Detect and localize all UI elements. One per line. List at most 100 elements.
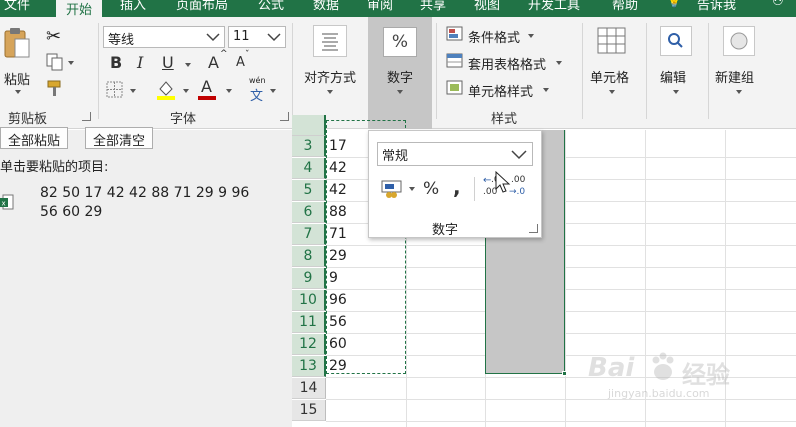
tab-share[interactable]: 共享 <box>420 0 446 13</box>
cell[interactable] <box>328 378 408 399</box>
comma-style-button[interactable]: , <box>453 175 461 199</box>
font-size-select[interactable]: 11 <box>228 26 286 48</box>
font-color-swatch <box>198 96 216 100</box>
chevron-down-icon <box>206 33 220 42</box>
gridline <box>326 421 796 422</box>
editing-button-label: 编辑 <box>660 71 687 86</box>
watermark-brand: Bai <box>588 353 635 383</box>
shrink-font-button[interactable]: A <box>236 55 245 70</box>
format-painter-icon[interactable] <box>46 79 66 97</box>
table-format-dropdown-icon[interactable] <box>556 61 562 65</box>
row-header[interactable]: 4 <box>292 158 326 179</box>
ribbon: 粘贴 ✂ 剪贴板 等线 11 B I U A ^ A ˇ A wén 文 字体 … <box>0 17 796 129</box>
conditional-format-button[interactable]: 条件格式 <box>468 27 520 46</box>
fill-color-icon[interactable] <box>156 79 176 101</box>
borders-icon[interactable] <box>106 81 124 99</box>
fill-handle[interactable] <box>562 371 567 376</box>
number-launcher-icon[interactable] <box>529 224 538 233</box>
font-size-value: 11 <box>233 29 250 44</box>
percent-style-button[interactable]: % <box>423 179 439 199</box>
cell[interactable] <box>328 400 408 421</box>
shrink-arrow-icon: ˇ <box>245 50 250 60</box>
fill-color-dropdown-icon[interactable] <box>183 89 189 93</box>
row-header[interactable]: 15 <box>292 400 326 421</box>
tab-tell-me[interactable]: 告诉我 <box>697 0 736 13</box>
font-color-dropdown-icon[interactable] <box>226 89 232 93</box>
paste-clipboard-icon[interactable] <box>4 27 30 59</box>
number-group-label: 数字 <box>432 223 459 238</box>
search-box <box>660 26 692 56</box>
tab-developer[interactable]: 开发工具 <box>528 0 580 13</box>
tab-page-layout[interactable]: 页面布局 <box>176 0 228 13</box>
number-dropdown-icon <box>397 90 403 94</box>
copy-icon[interactable] <box>46 53 64 71</box>
excel-file-icon: x <box>0 194 14 210</box>
row-header[interactable]: 13 <box>292 356 326 377</box>
row-header[interactable]: 5 <box>292 180 326 201</box>
tab-view[interactable]: 视图 <box>474 0 500 13</box>
paste-button[interactable]: 粘贴 <box>4 69 30 88</box>
align-box <box>313 25 347 57</box>
grow-font-button[interactable]: A <box>208 53 219 72</box>
divider <box>98 23 99 119</box>
tab-data[interactable]: 数据 <box>313 0 339 13</box>
watermark-brand-cn: 经验 <box>682 361 730 389</box>
borders-dropdown-icon[interactable] <box>130 89 136 93</box>
table-format-button[interactable]: 套用表格格式 <box>468 54 546 73</box>
bold-button[interactable]: B <box>110 53 122 72</box>
underline-dropdown-icon[interactable] <box>185 63 191 67</box>
tab-insert[interactable]: 插入 <box>120 0 146 13</box>
copy-dropdown-icon[interactable] <box>68 61 74 65</box>
cell-styles-icon <box>446 80 463 95</box>
clipboard-group-label: 剪贴板 <box>8 112 48 127</box>
conditional-format-icon <box>446 26 463 41</box>
phonetic-guide-button[interactable]: 文 <box>250 85 263 104</box>
row-header[interactable]: 12 <box>292 334 326 355</box>
clipboard-launcher-icon[interactable] <box>82 112 91 121</box>
divider <box>582 23 583 119</box>
phonetic-dropdown-icon[interactable] <box>270 89 276 93</box>
accounting-format-icon[interactable] <box>381 179 403 199</box>
divider <box>474 177 475 201</box>
lightbulb-icon: 💡 <box>666 0 683 9</box>
italic-button[interactable]: I <box>137 53 143 72</box>
phonetic-pinyin-label: wén <box>249 76 266 85</box>
row-header[interactable]: 7 <box>292 224 326 245</box>
share-person-icon[interactable]: ⚇ <box>772 0 784 9</box>
row-header[interactable]: 10 <box>292 290 326 311</box>
number-format-select[interactable]: 常规 <box>377 142 533 166</box>
number-button[interactable]: % 数字 <box>368 17 432 129</box>
tab-formulas[interactable]: 公式 <box>258 0 284 13</box>
cell-styles-button[interactable]: 单元格样式 <box>468 81 533 100</box>
font-color-button[interactable]: A <box>201 77 212 96</box>
cells-icon <box>597 27 626 54</box>
mouse-cursor-icon <box>495 171 511 193</box>
row-header[interactable]: 3 <box>292 136 326 157</box>
alignment-dropdown-icon[interactable] <box>327 90 333 94</box>
conditional-format-dropdown-icon[interactable] <box>528 34 534 38</box>
row-header[interactable]: 6 <box>292 202 326 223</box>
paste-all-button[interactable]: 全部粘贴 <box>0 127 69 149</box>
row-header[interactable]: 11 <box>292 312 326 333</box>
number-button-label: 数字 <box>387 71 414 86</box>
row-header[interactable]: 9 <box>292 268 326 289</box>
tab-review[interactable]: 审阅 <box>367 0 393 13</box>
accounting-dropdown-icon[interactable] <box>409 187 415 191</box>
new-group-dropdown-icon[interactable] <box>736 90 742 94</box>
row-header[interactable]: 8 <box>292 246 326 267</box>
clear-all-button[interactable]: 全部清空 <box>85 127 154 149</box>
cell-styles-dropdown-icon[interactable] <box>543 88 549 92</box>
editing-dropdown-icon[interactable] <box>673 90 679 94</box>
row-header[interactable]: 14 <box>292 378 326 399</box>
tab-help[interactable]: 帮助 <box>612 0 638 13</box>
cells-dropdown-icon[interactable] <box>609 90 615 94</box>
underline-button[interactable]: U <box>162 53 174 72</box>
cut-icon[interactable]: ✂ <box>46 26 61 47</box>
font-name-select[interactable]: 等线 <box>103 26 225 48</box>
font-launcher-icon[interactable] <box>280 112 289 121</box>
paste-dropdown-icon[interactable] <box>15 90 21 94</box>
tab-home[interactable]: 开始 <box>56 0 103 17</box>
clipboard-instruction: 单击要粘贴的项目: <box>0 160 109 175</box>
tab-file[interactable]: 文件 <box>4 0 30 13</box>
row-header[interactable] <box>292 115 326 136</box>
